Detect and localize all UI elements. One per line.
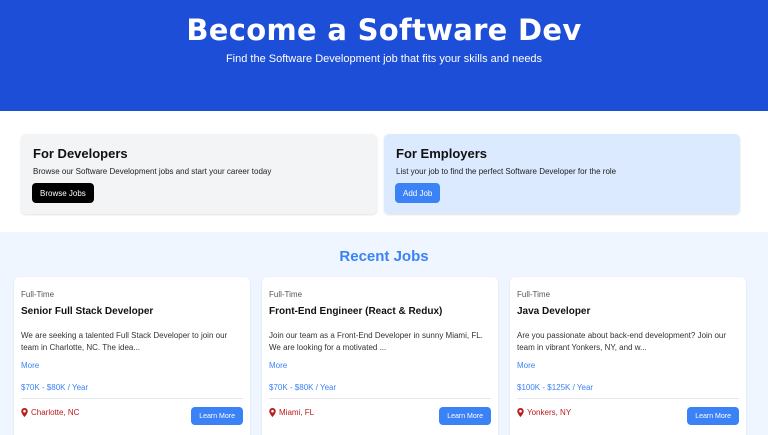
- job-type: Full-Time: [21, 290, 55, 299]
- job-location-text: Yonkers, NY: [527, 408, 572, 417]
- employers-card-text: List your job to find the perfect Softwa…: [396, 167, 617, 176]
- add-job-button[interactable]: Add Job: [395, 183, 441, 203]
- job-location: Yonkers, NY: [517, 408, 571, 417]
- map-marker-icon: [21, 408, 28, 417]
- job-divider: [21, 398, 243, 399]
- job-description: Are you passionate about back-end develo…: [517, 331, 727, 352]
- developers-card-text: Browse our Software Development jobs and…: [33, 167, 272, 176]
- job-more-link[interactable]: More: [269, 361, 287, 370]
- recent-jobs-section: Recent Jobs Full-Time Senior Full Stack …: [0, 232, 768, 435]
- job-type: Full-Time: [269, 290, 303, 299]
- audience-cards: For Developers Browse our Software Devel…: [0, 111, 768, 232]
- job-card: Full-Time Java Developer Are you passion…: [510, 277, 746, 435]
- job-title: Front-End Engineer (React & Redux): [269, 306, 443, 317]
- developers-card: For Developers Browse our Software Devel…: [21, 134, 377, 214]
- job-location-text: Charlotte, NC: [31, 408, 80, 417]
- job-more-link[interactable]: More: [517, 361, 535, 370]
- job-card: Full-Time Front-End Engineer (React & Re…: [262, 277, 498, 435]
- job-title: Java Developer: [517, 306, 591, 317]
- hero-title: Become a Software Dev: [186, 13, 582, 47]
- job-salary: $70K - $80K / Year: [21, 383, 89, 392]
- job-salary: $100K - $125K / Year: [517, 383, 594, 392]
- learn-more-button[interactable]: Learn More: [687, 407, 739, 425]
- recent-jobs-title: Recent Jobs: [339, 248, 429, 265]
- browse-jobs-button[interactable]: Browse Jobs: [32, 183, 94, 203]
- learn-more-button[interactable]: Learn More: [191, 407, 243, 425]
- job-title: Senior Full Stack Developer: [21, 306, 154, 317]
- employers-card: For Employers List your job to find the …: [384, 134, 740, 214]
- job-divider: [269, 398, 491, 399]
- job-salary: $70K - $80K / Year: [269, 383, 337, 392]
- hero-banner: Become a Software Dev Find the Software …: [0, 0, 768, 111]
- job-location: Miami, FL: [269, 408, 314, 417]
- job-location: Charlotte, NC: [21, 408, 79, 417]
- map-marker-icon: [517, 408, 524, 417]
- map-marker-icon: [269, 408, 276, 417]
- job-description: Join our team as a Front-End Developer i…: [269, 331, 483, 352]
- employers-card-title: For Employers: [396, 146, 488, 161]
- hero-subtitle: Find the Software Development job that f…: [225, 53, 543, 65]
- job-description: We are seeking a talented Full Stack Dev…: [21, 331, 228, 352]
- job-type: Full-Time: [517, 290, 551, 299]
- job-location-text: Miami, FL: [279, 408, 315, 417]
- job-divider: [517, 398, 739, 399]
- learn-more-button[interactable]: Learn More: [439, 407, 491, 425]
- developers-card-title: For Developers: [33, 146, 128, 161]
- job-more-link[interactable]: More: [21, 361, 39, 370]
- job-card: Full-Time Senior Full Stack Developer We…: [14, 277, 250, 435]
